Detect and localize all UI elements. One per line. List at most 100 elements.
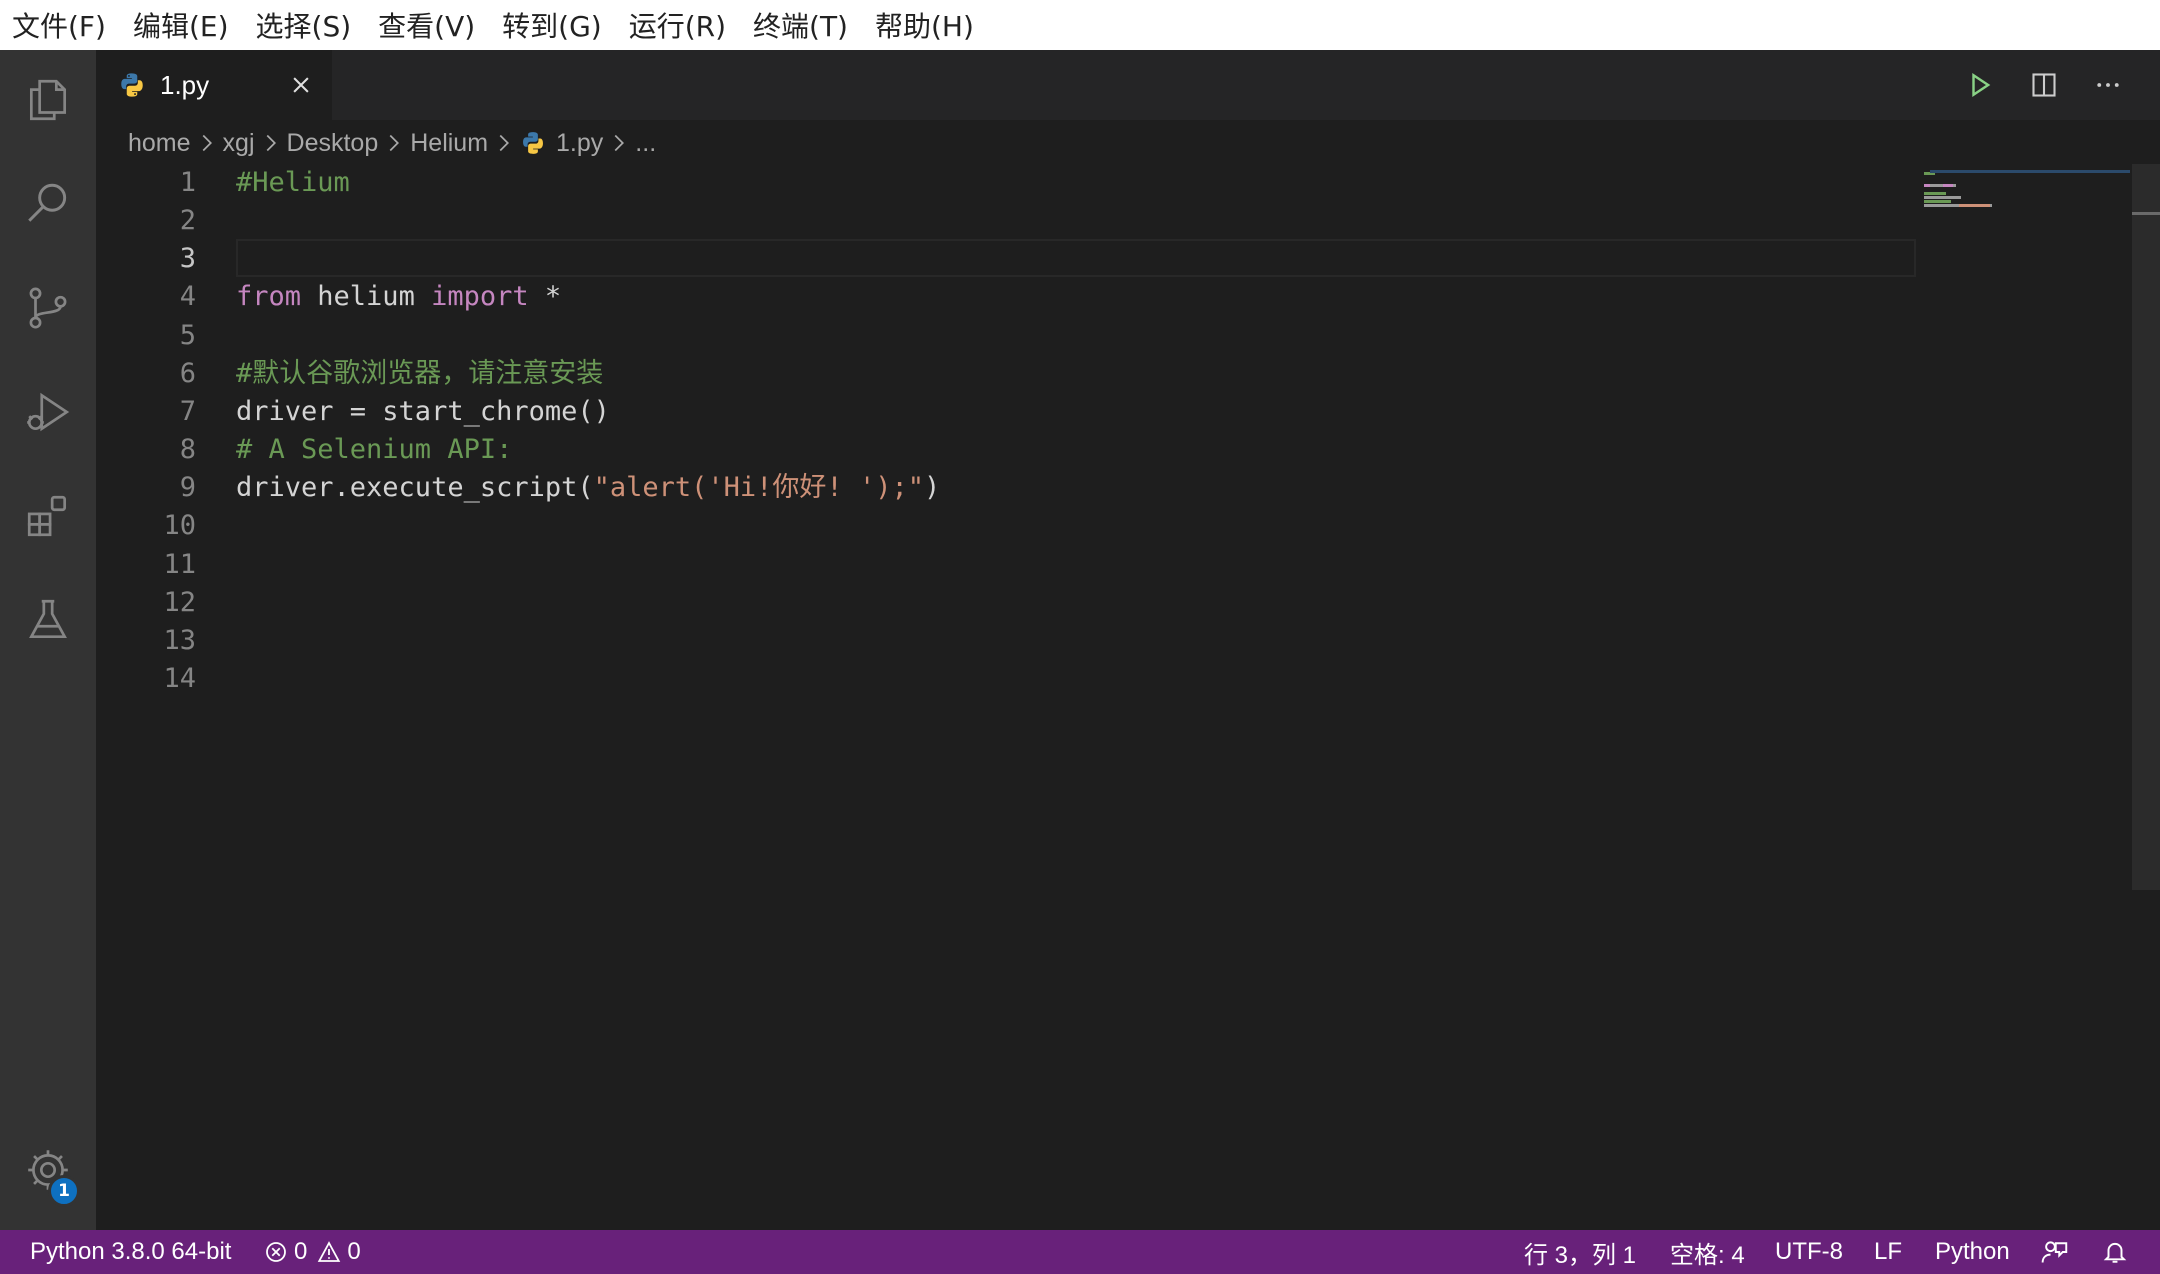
line-ending[interactable]: LF [1874,1230,1902,1274]
notifications-bell-icon[interactable] [2102,1230,2134,1274]
cursor-position-marker [2132,212,2160,215]
menu-terminal[interactable]: 终端(T) [753,5,848,45]
line-number: 12 [163,586,196,618]
run-debug-icon[interactable] [0,362,96,462]
code-token-keyword: from [236,281,302,313]
menu-selection[interactable]: 选择(S) [256,5,352,45]
code-line[interactable]: # A Selenium API: [236,431,512,469]
minimap-token [1943,184,1953,187]
line-number: 4 [179,281,196,313]
minimap-slider[interactable] [1930,170,2130,173]
gear-icon[interactable] [0,1120,96,1220]
line-number: 11 [163,548,196,580]
activity-bar: 1 [0,50,96,1230]
more-actions-icon[interactable] [2088,65,2128,105]
feedback-icon[interactable] [2040,1230,2074,1274]
minimap-token [1959,204,1990,207]
breadcrumb-xgj[interactable]: xgj [223,129,255,158]
tab-label: 1.py [160,69,210,100]
minimap-token [1952,184,1956,187]
chevron-right-icon [199,133,215,153]
breadcrumb-desktop[interactable]: Desktop [287,129,379,158]
run-icon[interactable] [1960,65,2000,105]
code-token-plain: driver = start_chrome() [236,395,610,427]
menu-edit[interactable]: 编辑(E) [133,5,229,45]
breadcrumb-symbols[interactable]: ... [635,129,656,158]
menu-file[interactable]: 文件(F) [12,5,106,45]
line-number: 8 [179,434,196,466]
line-number: 5 [179,319,196,351]
settings-badge: 1 [48,1175,80,1207]
split-editor-icon[interactable] [2024,65,2064,105]
line-number: 3 [179,243,196,275]
error-count: 0 [294,1238,308,1265]
language-mode[interactable]: Python [1935,1230,2010,1274]
testing-icon[interactable] [0,570,96,670]
line-number: 10 [163,510,196,542]
close-icon[interactable] [286,70,316,100]
breadcrumb-home[interactable]: home [128,129,191,158]
python-interpreter[interactable]: Python 3.8.0 64-bit [30,1230,231,1274]
chevron-right-icon [263,133,279,153]
code-token-plain: helium [301,281,432,313]
status-bar: Python 3.8.0 64-bit 0 0 行 3，列 1 空格: 4 UT… [0,1230,2160,1274]
line-number: 7 [179,395,196,427]
menu-help[interactable]: 帮助(H) [875,5,974,45]
python-icon [520,130,546,156]
current-line-highlight [236,239,1916,277]
breadcrumb: home xgj Desktop Helium 1.py ... [128,122,656,164]
search-icon[interactable] [0,154,96,254]
code-token-comment: # A Selenium API: [236,434,513,466]
line-number: 14 [163,662,196,694]
code-token-comment: #默认谷歌浏览器，请注意安装 [236,357,604,389]
breadcrumb-file[interactable]: 1.py [556,129,603,158]
code-line[interactable]: #默认谷歌浏览器，请注意安装 [236,355,603,393]
file-encoding[interactable]: UTF-8 [1775,1230,1843,1274]
indentation[interactable]: 空格: 4 [1670,1230,1745,1274]
breadcrumb-helium[interactable]: Helium [410,129,488,158]
chevron-right-icon [496,133,512,153]
code-line[interactable]: #Helium [236,164,350,202]
line-number: 1 [179,167,196,198]
error-icon [264,1240,294,1264]
problems-indicator[interactable]: 0 0 [264,1230,361,1274]
minimap-token [1930,184,1944,187]
minimap-token [1924,196,1961,199]
menu-view[interactable]: 查看(V) [378,5,475,45]
code-token-string: "alert('Hi!你好! ');" [593,472,924,504]
warning-icon [317,1240,347,1264]
code-token-keyword: import [431,281,529,313]
source-control-icon[interactable] [0,258,96,358]
chevron-right-icon [611,133,627,153]
minimap[interactable] [1920,164,2132,244]
minimap-token [1924,200,1952,203]
line-number: 6 [179,357,196,389]
tab-1-py[interactable]: 1.py [96,50,332,120]
code-token-comment: #Helium [236,167,350,198]
code-token-plain: driver.execute_script( [236,472,594,504]
chevron-right-icon [386,133,402,153]
explorer-icon[interactable] [0,50,96,150]
code-token-plain: * [528,281,562,313]
code-line[interactable]: driver.execute_script("alert('Hi!你好! ');… [236,469,940,507]
menu-run[interactable]: 运行(R) [629,5,726,45]
code-editor[interactable]: 1 2 3 4 5 6 7 8 9 10 11 12 13 14 #Helium from helium i… [96,164,2160,1230]
line-number: 9 [179,472,196,504]
menu-go[interactable]: 转到(G) [502,5,602,45]
scrollbar-thumb[interactable] [2132,164,2160,890]
python-icon [118,71,146,99]
menu-bar: 文件(F) 编辑(E) 选择(S) 查看(V) 转到(G) 运行(R) 终端(T… [0,0,2160,50]
minimap-token [1924,192,1947,195]
extensions-icon[interactable] [0,466,96,566]
minimap-token [1989,204,1992,207]
code-line[interactable]: driver = start_chrome() [236,393,610,431]
code-token-plain: ) [923,472,941,504]
minimap-token [1924,204,1960,207]
line-number: 13 [163,624,196,656]
warning-count: 0 [347,1238,361,1265]
tab-bar: 1.py [96,50,2160,120]
vertical-scrollbar[interactable] [2132,164,2160,1230]
cursor-position[interactable]: 行 3，列 1 [1524,1230,1636,1274]
code-line[interactable]: from helium import * [236,278,561,316]
line-number: 2 [179,205,196,237]
